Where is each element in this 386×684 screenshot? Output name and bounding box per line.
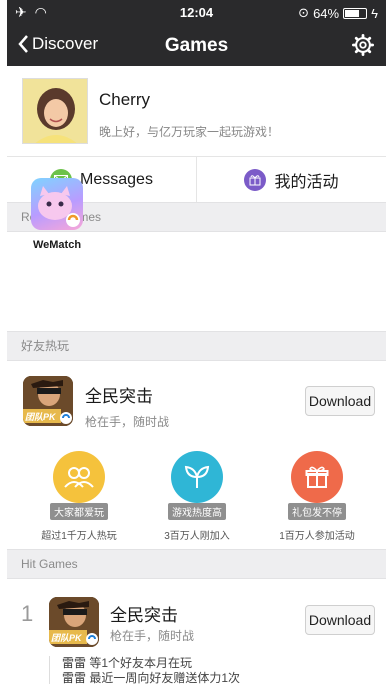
- friends-icon: [53, 451, 105, 503]
- recent-game-name: WeMatch: [32, 239, 82, 251]
- activity-text: 最近一周向好友赠送体力1次: [89, 671, 241, 684]
- avatar: [22, 78, 88, 144]
- feature-desc: 3百万人刚加入: [164, 531, 230, 542]
- friend-activity: 雷雷 等1个好友本月在玩 雷雷 最近一周向好友赠送体力1次: [49, 656, 240, 684]
- recent-game-item[interactable]: WeMatch: [29, 178, 85, 251]
- download-button[interactable]: Download: [305, 605, 375, 635]
- lock-rotation-icon: ⊙: [298, 5, 310, 20]
- gear-icon[interactable]: [352, 34, 374, 56]
- gift-box-icon: [291, 451, 343, 503]
- game-icon-badge: 团队PK: [51, 633, 82, 643]
- battery-icon: [343, 7, 368, 19]
- games-page: Cherry 晚上好，与亿万玩家一起玩游戏！ Messages 我的活动 Rec…: [7, 66, 386, 684]
- feature-desc: 超过1千万人热玩: [41, 531, 117, 542]
- status-right: ⊙ 64% ϟ: [298, 5, 378, 21]
- status-bar: ✈ ◠ 12:04 ⊙ 64% ϟ: [7, 0, 386, 26]
- wematch-app-icon: [31, 178, 83, 230]
- my-activities-button[interactable]: 我的活动: [196, 157, 386, 202]
- sprout-icon: [171, 451, 223, 503]
- nav-bar: Discover Games: [7, 26, 386, 66]
- activity-text: 等1个好友本月在玩: [89, 656, 193, 670]
- quanmin-tuji-app-icon: 团队PK: [49, 597, 99, 647]
- profile-greeting: 晚上好，与亿万玩家一起玩游戏！: [99, 125, 280, 139]
- quanmin-tuji-app-icon: 团队PK: [23, 376, 73, 426]
- feature-tag: 礼包发不停: [288, 503, 346, 520]
- game-icon-badge: 团队PK: [25, 412, 56, 422]
- messages-label: Messages: [80, 170, 153, 188]
- gift-icon: [244, 168, 267, 191]
- game-title: 全民突击: [110, 606, 178, 625]
- section-hit-games: Hit Games: [7, 549, 386, 579]
- feature-popular[interactable]: 大家都爱玩 超过1千万人热玩: [19, 451, 139, 542]
- activity-line: 雷雷 最近一周向好友赠送体力1次: [62, 671, 240, 684]
- friends-game-row[interactable]: 团队PK 全民突击 枪在手，随时战 Download: [7, 366, 386, 436]
- charging-icon: ϟ: [371, 5, 378, 21]
- feature-gifts[interactable]: 礼包发不停 1百万人参加活动: [257, 451, 377, 542]
- avatar-portrait-icon: [23, 79, 87, 143]
- activity-line: 雷雷 等1个好友本月在玩: [62, 656, 240, 671]
- game-subtitle: 枪在手，随时战: [110, 629, 195, 643]
- download-button[interactable]: Download: [305, 386, 375, 416]
- hit-game-row[interactable]: 团队PK 全民突击 枪在手，随时战 Download: [7, 589, 386, 659]
- feature-tag: 游戏热度高: [168, 503, 226, 520]
- profile-name: Cherry: [99, 90, 151, 109]
- profile-card[interactable]: Cherry 晚上好，与亿万玩家一起玩游戏！: [7, 66, 386, 156]
- battery-percent: 64%: [313, 5, 340, 21]
- feature-trending[interactable]: 游戏热度高 3百万人刚加入: [137, 451, 257, 542]
- section-friends-hot: 好友热玩: [7, 331, 386, 361]
- friend-name: 雷雷: [62, 656, 87, 670]
- my-activities-label: 我的活动: [274, 173, 339, 191]
- game-subtitle: 枪在手，随时战: [85, 415, 170, 429]
- friend-name: 雷雷: [62, 671, 87, 684]
- page-title: Games: [164, 35, 229, 56]
- feature-tag: 大家都爱玩: [50, 503, 108, 520]
- game-title: 全民突击: [85, 387, 153, 406]
- feature-desc: 1百万人参加活动: [279, 531, 355, 542]
